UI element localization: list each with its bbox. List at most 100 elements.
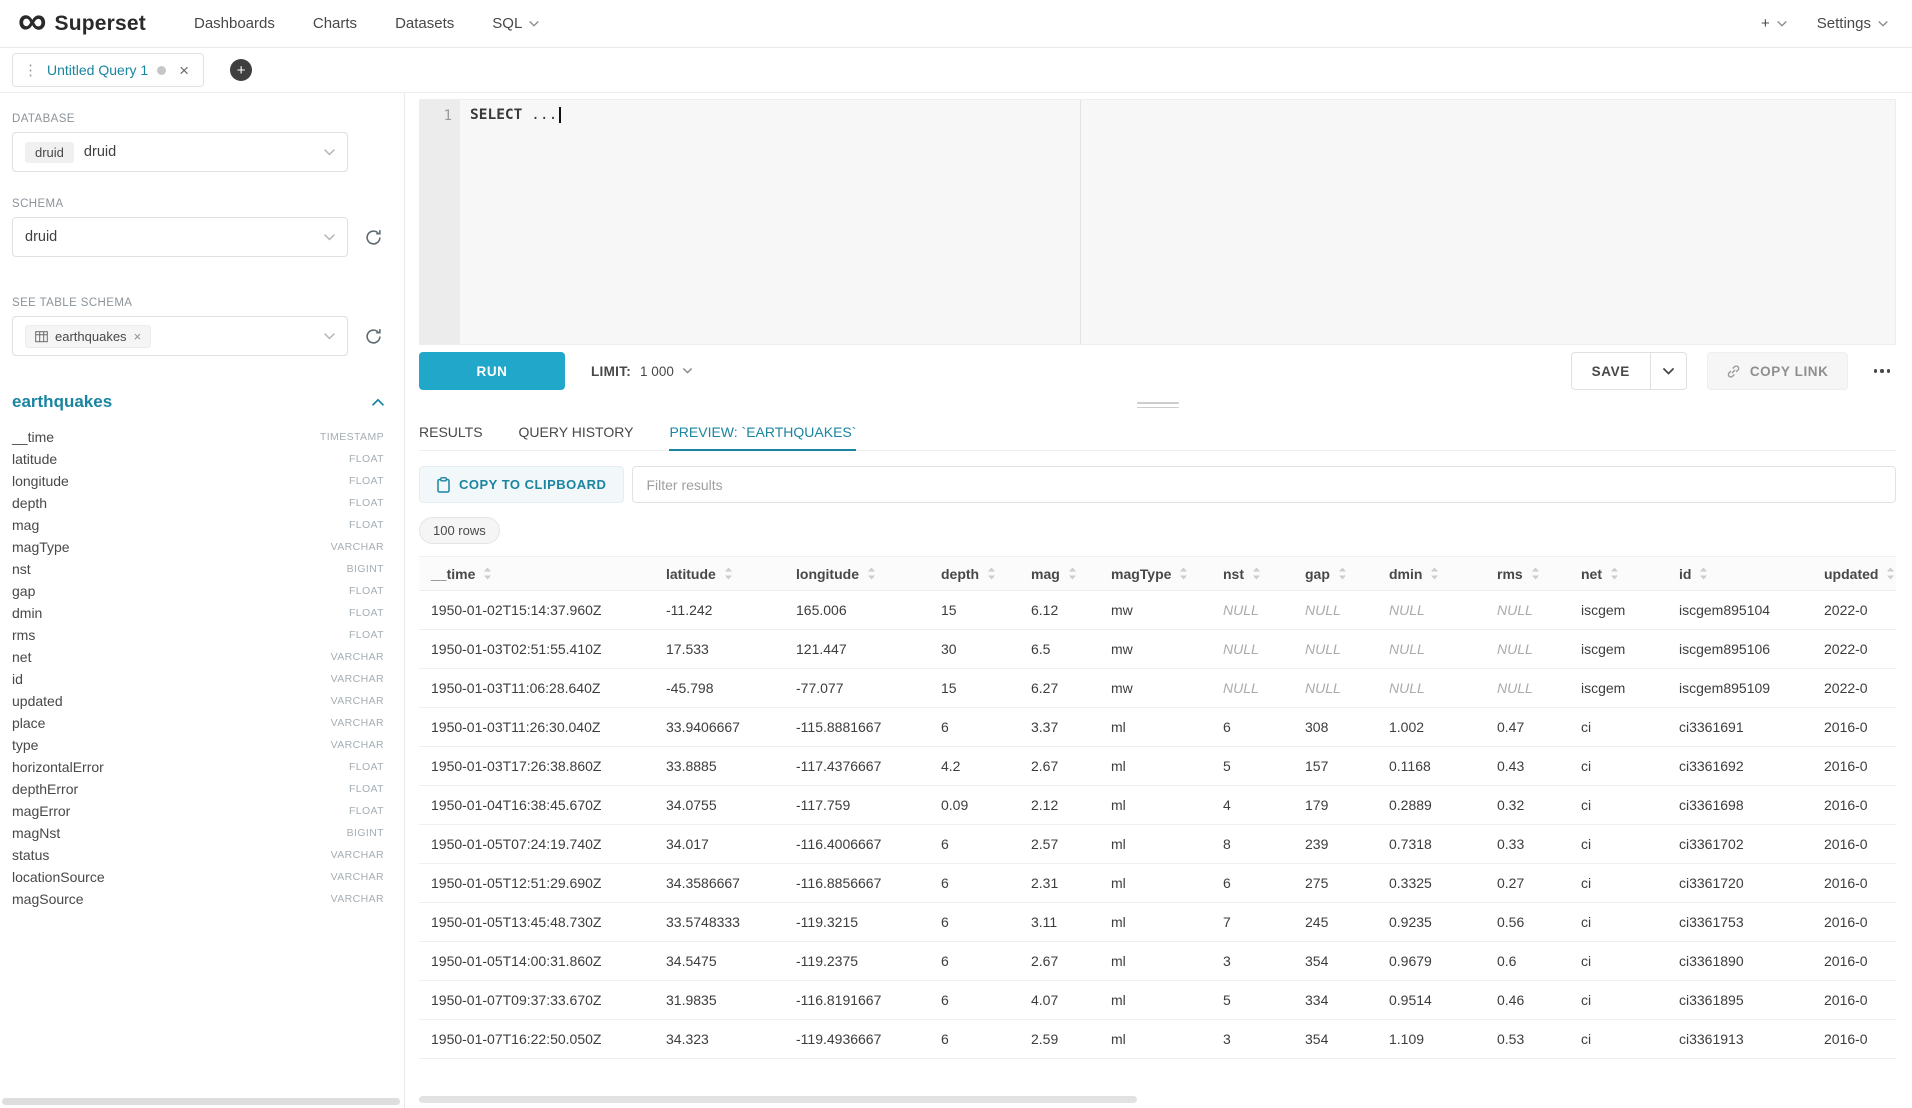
grid-cell: ci [1569,942,1667,981]
sort-icon[interactable] [483,567,492,580]
run-button[interactable]: RUN [419,352,565,390]
editor-toolbar: RUN LIMIT: 1 000 SAVE COPY LINK [419,345,1896,397]
settings-menu[interactable]: Settings [1817,15,1888,32]
grid-column-label: longitude [796,566,859,582]
grid-cell: 1950-01-03T17:26:38.860Z [419,747,654,786]
sort-icon[interactable] [987,567,996,580]
sort-icon[interactable] [1886,567,1895,580]
filter-results-input[interactable] [632,466,1896,503]
column-type: FLOAT [349,585,384,597]
more-options-button[interactable] [1868,369,1897,373]
grid-row: 1950-01-07T16:22:50.050Z34.323-119.49366… [419,1020,1896,1059]
grid-column-header[interactable]: dmin [1377,557,1485,591]
grid-cell: 0.3325 [1377,864,1485,903]
grid-column-header[interactable]: magType [1099,557,1211,591]
nav-item-datasets[interactable]: Datasets [395,0,454,47]
grid-column-header[interactable]: depth [929,557,1019,591]
sort-icon[interactable] [1531,567,1540,580]
sort-icon[interactable] [1338,567,1347,580]
grid-column-header[interactable]: updated [1812,557,1896,591]
nav-item-charts[interactable]: Charts [313,0,357,47]
grid-column-header[interactable]: id [1667,557,1812,591]
save-options-button[interactable] [1650,353,1686,389]
grid-cell: 2.12 [1019,786,1099,825]
new-item-dropdown[interactable]: + [1761,15,1787,32]
results-tab[interactable]: PREVIEW: `EARTHQUAKES` [669,413,856,450]
grid-column-header[interactable]: mag [1019,557,1099,591]
table-select[interactable]: earthquakes × [12,316,348,356]
database-select[interactable]: druid druid [12,132,348,172]
refresh-icon [365,328,382,345]
grid-cell: ml [1099,942,1211,981]
copy-link-button[interactable]: COPY LINK [1707,352,1848,390]
grid-column-header[interactable]: __time [419,557,654,591]
add-tab-button[interactable]: + [230,59,252,81]
grid-row: 1950-01-05T14:00:31.860Z34.5475-119.2375… [419,942,1896,981]
save-button[interactable]: SAVE [1572,353,1650,389]
column-name: magError [12,803,70,819]
sql-editor[interactable]: 1 SELECT ... [419,99,1896,345]
sort-icon[interactable] [1610,567,1619,580]
grid-cell: 1950-01-07T09:37:33.670Z [419,981,654,1020]
grid-horizontal-scrollbar[interactable] [419,1096,1137,1103]
sort-icon[interactable] [1179,567,1188,580]
sort-icon[interactable] [1430,567,1439,580]
grid-cell: -116.8856667 [784,864,929,903]
grid-cell: 0.9235 [1377,903,1485,942]
grid-cell: 0.2889 [1377,786,1485,825]
grid-cell: 1950-01-05T14:00:31.860Z [419,942,654,981]
grid-cell: 15 [929,591,1019,630]
sort-icon[interactable] [867,567,876,580]
pane-resize-divider[interactable] [419,397,1896,413]
grid-cell: 2016-0 [1812,825,1896,864]
sort-icon[interactable] [724,567,733,580]
grid-cell: 121.447 [784,630,929,669]
grid-cell: 6 [929,1020,1019,1059]
chevron-down-icon [1878,21,1888,27]
editor-code-area[interactable]: SELECT ... [460,100,1895,344]
schema-select[interactable]: druid [12,217,348,257]
grid-cell: ci [1569,903,1667,942]
close-tab-icon[interactable]: × [179,62,189,79]
column-name: place [12,715,45,731]
grid-cell: -119.2375 [784,942,929,981]
app-logo[interactable]: ∞ Superset [18,10,146,37]
grid-column-header[interactable]: rms [1485,557,1569,591]
nav-item-dashboards[interactable]: Dashboards [194,0,275,47]
grid-cell: 1950-01-05T12:51:29.690Z [419,864,654,903]
grid-cell: 4.07 [1019,981,1099,1020]
grid-column-header[interactable]: net [1569,557,1667,591]
sort-icon[interactable] [1699,567,1708,580]
remove-table-icon[interactable]: × [134,330,142,343]
sort-icon[interactable] [1068,567,1077,580]
results-tab[interactable]: QUERY HISTORY [519,413,634,450]
print-margin-line [1080,100,1081,344]
nav-item-sql[interactable]: SQL [492,0,539,47]
column-type: BIGINT [347,827,384,839]
grid-column-header[interactable]: gap [1293,557,1377,591]
sidebar-horizontal-scrollbar[interactable] [2,1098,400,1105]
results-tab[interactable]: RESULTS [419,413,483,450]
copy-to-clipboard-button[interactable]: COPY TO CLIPBOARD [419,466,624,503]
grid-column-header[interactable]: longitude [784,557,929,591]
grid-cell: 7 [1211,903,1293,942]
column-type: FLOAT [349,783,384,795]
grid-column-header[interactable]: nst [1211,557,1293,591]
query-tab[interactable]: ⋮ Untitled Query 1 × [12,53,204,87]
results-grid-container: __timelatitude longitude depthmagmagTypens… [419,556,1896,1108]
schema-column-row: depthFLOAT [12,492,388,514]
grid-column-header[interactable]: latitude [654,557,784,591]
grid-cell: 0.32 [1485,786,1569,825]
limit-dropdown[interactable]: LIMIT: 1 000 [591,364,692,379]
refresh-tables-button[interactable] [360,323,386,349]
column-name: magSource [12,891,84,907]
grid-cell: -116.8191667 [784,981,929,1020]
column-name: status [12,847,49,863]
refresh-schema-button[interactable] [360,224,386,250]
sort-icon[interactable] [1252,567,1261,580]
drag-handle-icon[interactable]: ⋮ [23,63,38,78]
table-schema-panel-header[interactable]: earthquakes [12,392,388,412]
chevron-up-icon[interactable] [372,398,384,406]
grid-cell: NULL [1211,669,1293,708]
column-name: rms [12,627,35,643]
